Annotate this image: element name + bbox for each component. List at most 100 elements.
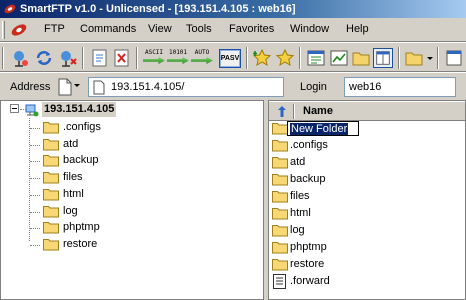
- file-list-file[interactable]: .forward: [290, 275, 330, 288]
- folder-icon: [272, 259, 288, 271]
- menu-tools[interactable]: Tools: [186, 23, 212, 35]
- tree-connector: [30, 145, 40, 146]
- collapse-toggle[interactable]: [10, 104, 19, 113]
- title-bar[interactable]: SmartFTP v1.0 - Unlicensed - [193.151.4.…: [0, 0, 466, 18]
- toolbar-grip: [2, 47, 4, 69]
- tree-folder-item[interactable]: backup: [63, 154, 98, 167]
- folder-icon: [272, 174, 288, 186]
- file-list-folder[interactable]: .configs: [290, 139, 328, 152]
- menu-window[interactable]: Window: [290, 23, 329, 35]
- window-title: SmartFTP v1.0 - Unlicensed - [193.151.4.…: [20, 3, 296, 15]
- toolbar-separator: [398, 47, 400, 69]
- folder-icon: [272, 208, 288, 220]
- transfer-queue-icon[interactable]: [306, 48, 326, 68]
- folder-icon: [272, 157, 288, 169]
- pasv-toggle[interactable]: PASV: [219, 49, 241, 68]
- disconnect-icon[interactable]: [58, 48, 78, 68]
- toolbar-separator: [299, 47, 301, 69]
- file-list-folder[interactable]: phptmp: [290, 241, 327, 254]
- tree-folder-item[interactable]: phptmp: [63, 221, 100, 234]
- document-icon[interactable]: [58, 78, 72, 96]
- folder-icon: [43, 189, 59, 201]
- address-label: Address: [10, 81, 51, 93]
- toolbar-separator: [437, 47, 439, 69]
- reconnect-icon[interactable]: [34, 48, 54, 68]
- file-list-header: Name: [269, 101, 465, 121]
- folder-icon: [43, 239, 59, 251]
- file-list-folder[interactable]: html: [290, 207, 311, 220]
- folder-icon: [43, 122, 59, 134]
- file-list-folder[interactable]: restore: [290, 258, 324, 271]
- tree-server-node[interactable]: 193.151.4.105: [42, 102, 117, 117]
- folder-icon: [272, 140, 288, 152]
- arrow-right-icon: [191, 57, 213, 64]
- menu-commands[interactable]: Commands: [80, 23, 136, 35]
- file-list-folder[interactable]: files: [290, 190, 310, 203]
- refresh-icon[interactable]: [90, 48, 110, 68]
- name-column-header[interactable]: Name: [303, 105, 333, 117]
- address-input[interactable]: 193.151.4.105/: [88, 77, 284, 97]
- chevron-down-icon[interactable]: [74, 84, 80, 87]
- tree-connector: [29, 118, 30, 241]
- smartftp-icon: [4, 4, 16, 14]
- folder-icon: [43, 155, 59, 167]
- tree-folder-item[interactable]: files: [63, 171, 83, 184]
- arrow-right-icon: [143, 57, 165, 64]
- local-browser-icon[interactable]: [351, 48, 371, 68]
- menu-bar: FTP Commands View Tools Favorites Window…: [0, 18, 466, 42]
- chevron-down-icon[interactable]: [425, 48, 435, 68]
- add-favorite-icon[interactable]: [252, 48, 272, 68]
- toolbar-separator: [136, 47, 138, 69]
- tree-connector: [30, 195, 40, 196]
- page-icon: [93, 80, 105, 95]
- tree-connector: [30, 178, 40, 179]
- up-arrow-icon[interactable]: [276, 105, 288, 118]
- file-list-folder[interactable]: log: [290, 224, 305, 237]
- menu-view[interactable]: View: [148, 23, 172, 35]
- column-divider[interactable]: [293, 104, 295, 119]
- menu-grip: [2, 21, 5, 39]
- delete-icon[interactable]: [112, 48, 132, 68]
- tree-connector: [30, 128, 40, 129]
- app-menu-icon[interactable]: [10, 21, 28, 39]
- tree-folder-item[interactable]: atd: [63, 138, 78, 151]
- folder-icon: [272, 242, 288, 254]
- login-label: Login: [300, 81, 327, 93]
- tree-connector: [30, 161, 40, 162]
- remote-tree-pane[interactable]: [0, 100, 264, 300]
- folder-icon: [272, 123, 288, 135]
- toolbar-separator: [246, 47, 248, 69]
- rename-input[interactable]: New Folder: [287, 121, 359, 136]
- tree-connector: [30, 228, 40, 229]
- login-input[interactable]: web16: [344, 77, 456, 97]
- graph-icon[interactable]: [329, 48, 349, 68]
- auto-transfer-button[interactable]: AUTO: [191, 49, 213, 67]
- menu-ftp[interactable]: FTP: [44, 23, 65, 35]
- folder-icon: [272, 225, 288, 237]
- folder-icon: [43, 222, 59, 234]
- tree-folder-item[interactable]: log: [63, 205, 78, 218]
- menu-help[interactable]: Help: [346, 23, 369, 35]
- toolbar-separator: [82, 47, 84, 69]
- file-list-folder[interactable]: atd: [290, 156, 305, 169]
- folder-icon: [272, 191, 288, 203]
- split-view-icon[interactable]: [373, 48, 393, 68]
- tree-folder-item[interactable]: .configs: [63, 121, 101, 134]
- folder-icon: [43, 206, 59, 218]
- server-icon: [25, 104, 39, 117]
- ascii-transfer-button[interactable]: ASCII: [143, 49, 165, 67]
- toolbar: ASCII 10101 AUTO PASV: [0, 42, 466, 72]
- tree-folder-item[interactable]: html: [63, 188, 84, 201]
- address-bar: Address 193.151.4.105/ Login web16: [0, 72, 466, 100]
- connect-icon[interactable]: [10, 48, 30, 68]
- folder-options-icon[interactable]: [404, 48, 424, 68]
- binary-transfer-button[interactable]: 10101: [167, 49, 189, 67]
- text-file-icon: [273, 274, 286, 289]
- folder-icon: [43, 172, 59, 184]
- tree-folder-item[interactable]: restore: [63, 238, 97, 251]
- file-list-folder[interactable]: backup: [290, 173, 325, 186]
- menu-favorites[interactable]: Favorites: [229, 23, 274, 35]
- window-icon[interactable]: [444, 48, 464, 68]
- favorites-star-icon[interactable]: [275, 48, 295, 68]
- folder-icon: [43, 139, 59, 151]
